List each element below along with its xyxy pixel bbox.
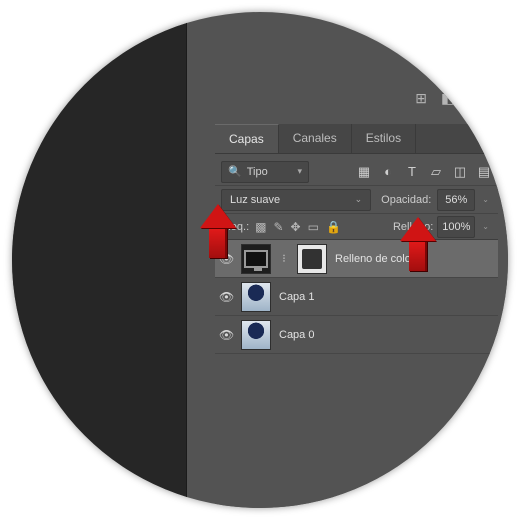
layer-kind-filter[interactable]: 🔍 Tipo ▾ [221,161,309,183]
opacity-chevron-icon[interactable]: ⌄ [479,195,492,204]
panel-top-iconbar: ⊞ ◧ 👁 [215,82,498,114]
app-window: ⊞ ◧ 👁 Capas Canales Estilos 🔍 Tipo ▾ ▦ ◐… [12,12,508,508]
blend-mode-value: Luz suave [230,194,280,206]
layer-name[interactable]: Capa 0 [279,329,314,341]
swatches-icon[interactable]: ◧ [441,90,454,107]
opacity-label: Opacidad: [381,194,431,206]
tab-layers[interactable]: Capas [215,124,279,153]
layer-row[interactable]: 👁 Capa 0 [215,316,498,354]
filter-adjust-icon[interactable]: ◐ [380,164,396,180]
layer-row[interactable]: 👁 Capa 1 [215,278,498,316]
lock-pixels-icon[interactable]: ✎ [273,220,283,234]
layer-thumbnail[interactable] [241,320,271,350]
lock-label: Bloq.: [221,221,249,233]
visibility-eye-icon[interactable]: 👁 [219,252,233,266]
opacity-value-input[interactable]: 56% [437,189,475,211]
tab-styles[interactable]: Estilos [352,124,416,153]
panel-tabs: Capas Canales Estilos [215,124,498,154]
tab-channels[interactable]: Canales [279,124,352,153]
chevron-down-icon: ▾ [297,166,302,177]
visibility-eye-icon[interactable]: 👁 [219,328,233,342]
filter-smart-icon[interactable]: ◫ [452,164,468,180]
preview-icon[interactable]: 👁 [468,90,486,107]
lock-transparency-icon[interactable]: ▩ [255,220,266,234]
filter-label: Tipo [247,166,268,178]
filter-art-icon[interactable]: ▤ [476,164,492,180]
layers-list: 👁 ⁝ Relleno de color 1 👁 Capa 1 👁 Capa 0 [215,240,498,354]
chevron-down-icon: ⌄ [355,194,363,205]
lock-fill-row: Bloq.: ▩ ✎ ✥ ▭ 🔒 Relleno: 100% ⌄ [215,214,498,240]
mask-link-icon[interactable]: ⁝ [279,244,289,274]
layer-name[interactable]: Capa 1 [279,291,314,303]
layer-filter-row: 🔍 Tipo ▾ ▦ ◐ T ▱ ◫ ▤ [215,158,498,186]
filter-shape-icon[interactable]: ▱ [428,164,444,180]
layer-thumbnail[interactable] [241,282,271,312]
fill-value-input[interactable]: 100% [437,216,475,238]
lock-artboard-icon[interactable]: ▭ [308,220,319,234]
fill-chevron-icon[interactable]: ⌄ [479,222,492,231]
lock-position-icon[interactable]: ✥ [291,220,301,234]
blend-opacity-row: Luz suave ⌄ Opacidad: 56% ⌄ [215,186,498,214]
fill-label: Relleno: [393,221,433,233]
filter-pixel-icon[interactable]: ▦ [356,164,372,180]
layer-row[interactable]: 👁 ⁝ Relleno de color 1 [215,240,498,278]
layers-panel: Capas Canales Estilos 🔍 Tipo ▾ ▦ ◐ T ▱ ◫… [215,124,498,508]
search-icon: 🔍 [228,165,242,178]
visibility-eye-icon[interactable]: 👁 [219,290,233,304]
history-icon[interactable]: ⊞ [415,90,427,107]
layer-thumbnail[interactable] [241,244,271,274]
blend-mode-select[interactable]: Luz suave ⌄ [221,189,371,211]
layer-name[interactable]: Relleno de color 1 [335,253,424,265]
filter-icons: ▦ ◐ T ▱ ◫ ▤ [356,164,492,180]
layer-mask-thumbnail[interactable] [297,244,327,274]
lock-all-icon[interactable]: 🔒 [326,220,341,234]
filter-text-icon[interactable]: T [404,164,420,180]
document-canvas[interactable] [12,12,187,508]
